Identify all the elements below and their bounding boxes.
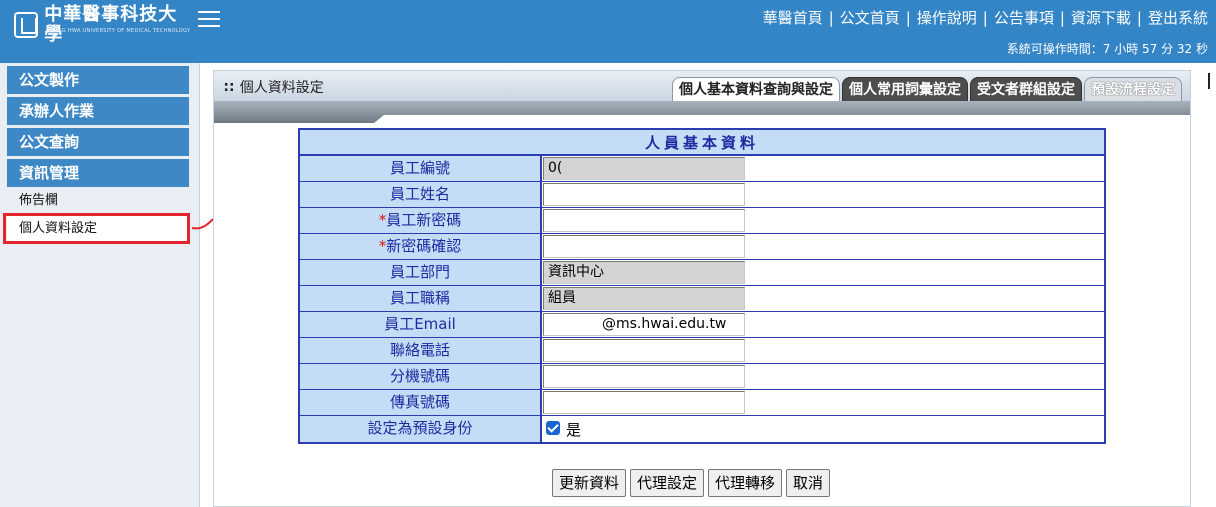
emblem-icon: [14, 12, 39, 38]
department-label: 員工部門: [300, 260, 542, 285]
page-title-text: 個人資料設定: [239, 80, 324, 96]
form-row-department: 員工部門 資訊中心: [300, 260, 1104, 286]
nav-announcements[interactable]: 公告事項: [994, 9, 1054, 27]
employee-name-field[interactable]: [543, 183, 745, 206]
form-row-new-password: *員工新密碼: [300, 208, 1104, 234]
job-title-label: 員工職稱: [300, 286, 542, 311]
sidebar-group-info-mgmt[interactable]: 資訊管理: [7, 159, 189, 187]
form-row-default-identity: 設定為預設身份 是: [300, 416, 1104, 442]
sidebar-group-handler[interactable]: 承辦人作業: [7, 97, 189, 125]
new-password-field[interactable]: [543, 209, 745, 232]
sidebar-group-doc-query[interactable]: 公文查詢: [7, 128, 189, 156]
logo-text: 中華醫事科技大學: [44, 4, 178, 45]
proxy-transfer-button[interactable]: 代理轉移: [708, 469, 783, 497]
confirm-password-label: *新密碼確認: [300, 234, 542, 259]
form-row-employee-name: 員工姓名: [300, 182, 1104, 208]
phone-label: 聯絡電話: [300, 338, 542, 363]
top-header: 中華醫事科技大學 CHUNG HWA UNIVERSITY OF MEDICAL…: [0, 0, 1216, 63]
tab-common-phrases[interactable]: 個人常用詞彙設定: [842, 77, 968, 101]
confirm-password-field[interactable]: [543, 235, 745, 258]
fax-label: 傳真號碼: [300, 390, 542, 415]
form-row-confirm-password: *新密碼確認: [300, 234, 1104, 260]
employee-id-field: 0(: [543, 157, 745, 180]
sidebar-group-doc-create[interactable]: 公文製作: [7, 66, 189, 94]
logo-subtitle: CHUNG HWA UNIVERSITY OF MEDICAL TECHNOLO…: [46, 28, 191, 34]
title-bullet-icon: ∷: [224, 80, 234, 96]
form-row-phone: 聯絡電話: [300, 338, 1104, 364]
nav-help[interactable]: 操作說明: [917, 9, 977, 27]
panel-subbar: [214, 101, 1190, 123]
cancel-button[interactable]: 取消: [786, 469, 831, 497]
sidebar: 公文製作 承辦人作業 公文查詢 資訊管理 佈告欄 個人資料設定: [0, 63, 200, 507]
update-button[interactable]: 更新資料: [552, 469, 627, 497]
university-logo[interactable]: 中華醫事科技大學: [14, 4, 184, 45]
scrollbar-marker: [1208, 73, 1210, 89]
highlight-box: [3, 213, 190, 244]
proxy-settings-button[interactable]: 代理設定: [630, 469, 705, 497]
action-buttons: 更新資料 代理設定 代理轉移 取消: [552, 469, 834, 497]
default-identity-value: 是: [566, 421, 582, 439]
top-nav: 華醫首頁 | 公文首頁 | 操作說明 | 公告事項 | 資源下載 | 登出系統: [762, 9, 1208, 27]
email-field[interactable]: @ms.hwai.edu.tw: [543, 313, 745, 336]
department-field: 資訊中心: [543, 261, 745, 284]
default-identity-checkbox[interactable]: [546, 421, 560, 435]
tab-personal-info[interactable]: 個人基本資料查詢與設定: [672, 77, 840, 101]
fax-field[interactable]: [543, 391, 745, 414]
form-row-employee-id: 員工編號 0(: [300, 156, 1104, 182]
tab-bar: 個人基本資料查詢與設定 個人常用詞彙設定 受文者群組設定 預設流程設定: [670, 77, 1182, 101]
form-row-fax: 傳真號碼: [300, 390, 1104, 416]
extension-field[interactable]: [543, 365, 745, 388]
form-row-title: 員工職稱 組員: [300, 286, 1104, 312]
nav-doc-home[interactable]: 公文首頁: [840, 9, 900, 27]
employee-id-label: 員工編號: [300, 156, 542, 181]
session-timer: 系統可操作時間：7 小時 57 分 32 秒: [1006, 42, 1208, 56]
nav-logout[interactable]: 登出系統: [1148, 9, 1208, 27]
form-row-extension: 分機號碼: [300, 364, 1104, 390]
personal-info-form: 人員基本資料 員工編號 0( 員工姓名 *員工新密碼 *新密碼確認 員工部門 資…: [298, 128, 1106, 444]
default-identity-label: 設定為預設身份: [300, 416, 542, 442]
tab-recipient-groups[interactable]: 受文者群組設定: [970, 77, 1082, 101]
form-header: 人員基本資料: [300, 130, 1104, 156]
form-row-email: 員工Email @ms.hwai.edu.tw: [300, 312, 1104, 338]
email-label: 員工Email: [300, 312, 542, 337]
extension-label: 分機號碼: [300, 364, 542, 389]
employee-name-label: 員工姓名: [300, 182, 542, 207]
sidebar-item-bulletin[interactable]: 佈告欄: [7, 188, 189, 214]
job-title-field: 組員: [543, 287, 745, 310]
nav-hwai-home[interactable]: 華醫首頁: [763, 9, 823, 27]
nav-downloads[interactable]: 資源下載: [1071, 9, 1131, 27]
new-password-label: *員工新密碼: [300, 208, 542, 233]
page-title: ∷ 個人資料設定: [224, 77, 324, 97]
panel-title-bar: ∷ 個人資料設定 個人基本資料查詢與設定 個人常用詞彙設定 受文者群組設定 預設流…: [214, 71, 1190, 101]
tab-default-flow[interactable]: 預設流程設定: [1084, 77, 1182, 101]
phone-field[interactable]: [543, 339, 745, 362]
hamburger-menu-icon[interactable]: [198, 11, 220, 29]
